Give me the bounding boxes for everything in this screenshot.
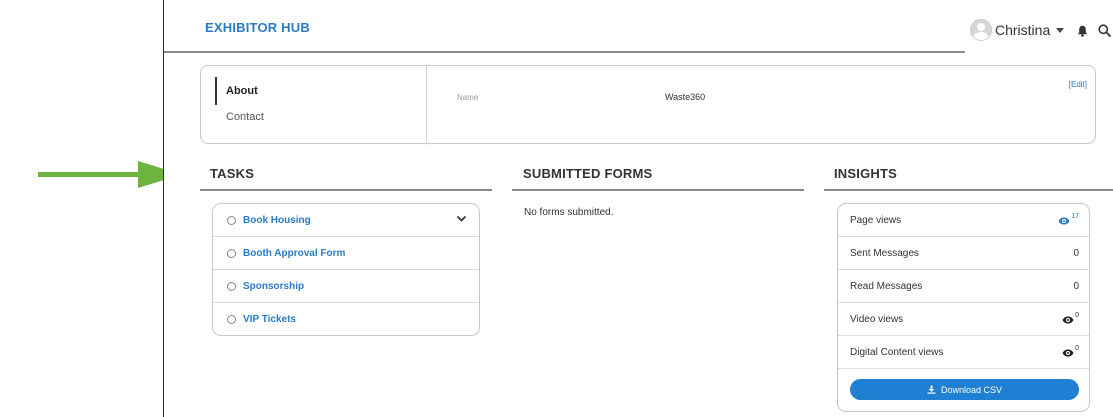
insights-panel: Page views 17 Sent Messages 0 Read Messa… <box>837 203 1090 412</box>
download-icon <box>927 385 936 394</box>
insight-row-read-messages: Read Messages 0 <box>838 270 1089 303</box>
profile-nav-contact[interactable]: Contact <box>215 111 264 123</box>
task-item[interactable]: VIP Tickets <box>213 303 479 335</box>
name-field-value: Waste360 <box>665 92 706 102</box>
radio-icon[interactable] <box>227 315 236 324</box>
insight-value: 0 <box>1062 312 1079 324</box>
task-item[interactable]: Book Housing <box>213 204 479 237</box>
insight-label: Digital Content views <box>850 346 944 358</box>
search-icon[interactable] <box>1098 24 1112 37</box>
insights-divider <box>824 189 1113 191</box>
avatar-icon[interactable] <box>970 19 992 41</box>
user-name[interactable]: Christina <box>995 22 1050 38</box>
insight-value: 0 <box>1062 345 1079 357</box>
profile-card: About Contact Name Waste360 [Edit] <box>200 65 1096 145</box>
download-csv-button[interactable]: Download CSV <box>850 379 1079 400</box>
insight-value: 17 <box>1058 213 1079 225</box>
forms-divider <box>512 189 804 191</box>
forms-empty-message: No forms submitted. <box>524 207 614 218</box>
radio-icon[interactable] <box>227 215 236 225</box>
task-item[interactable]: Booth Approval Form <box>213 237 479 270</box>
task-link[interactable]: Sponsorship <box>243 281 304 292</box>
chevron-down-icon[interactable] <box>456 215 467 223</box>
name-field-label: Name <box>457 93 479 102</box>
download-csv-label: Download CSV <box>940 384 1003 395</box>
insights-heading: INSIGHTS <box>834 166 897 181</box>
task-link[interactable]: Book Housing <box>243 215 311 226</box>
insight-value: 0 <box>1073 247 1079 259</box>
eye-icon <box>1062 349 1074 357</box>
annotation-arrow <box>38 161 182 188</box>
radio-icon[interactable] <box>227 281 236 291</box>
edit-link[interactable]: [Edit] <box>1069 80 1087 89</box>
bell-icon[interactable] <box>1077 25 1088 37</box>
tasks-list: Book Housing Booth Approval Form Sponsor… <box>212 203 480 336</box>
tasks-heading: TASKS <box>210 166 255 181</box>
submitted-forms-heading: SUBMITTED FORMS <box>523 166 653 181</box>
insight-count: 0 <box>1075 312 1079 319</box>
insight-row-video-views: Video views 0 <box>838 303 1089 336</box>
brand-title[interactable]: EXHIBITOR HUB <box>205 20 310 35</box>
eye-icon <box>1062 316 1074 324</box>
radio-icon[interactable] <box>227 248 236 258</box>
insight-count: 17 <box>1071 213 1079 220</box>
profile-nav: About Contact <box>201 66 427 145</box>
insight-label: Read Messages <box>850 280 923 292</box>
insight-label: Sent Messages <box>850 247 919 259</box>
profile-nav-about[interactable]: About <box>215 77 258 105</box>
insight-row-digital-content-views: Digital Content views 0 <box>838 336 1089 369</box>
insight-value: 0 <box>1073 280 1079 292</box>
task-link[interactable]: Booth Approval Form <box>243 248 345 259</box>
user-menu: Christina <box>965 0 1113 66</box>
eye-icon <box>1058 217 1070 225</box>
task-item[interactable]: Sponsorship <box>213 270 479 303</box>
caret-down-icon[interactable] <box>1056 28 1065 33</box>
insight-count: 0 <box>1075 345 1079 352</box>
tasks-divider <box>200 189 492 191</box>
insight-label: Video views <box>850 313 904 325</box>
insight-label: Page views <box>850 214 902 226</box>
task-link[interactable]: VIP Tickets <box>243 314 296 325</box>
insight-row-page-views: Page views 17 <box>838 204 1089 237</box>
insight-row-sent-messages: Sent Messages 0 <box>838 237 1089 270</box>
app-frame: EXHIBITOR HUB Christina About Contact Na… <box>163 0 1113 417</box>
